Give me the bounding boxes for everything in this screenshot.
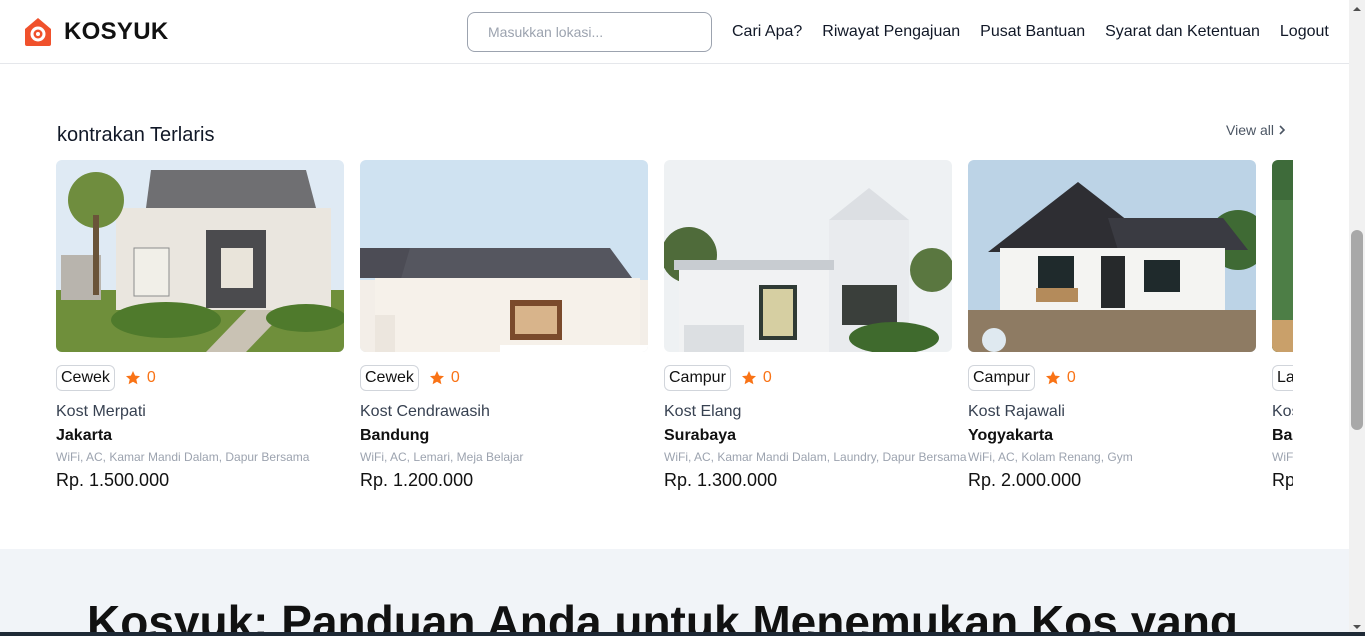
kost-features: WiFi, AC, Kolam Renang, Gym: [968, 450, 1133, 464]
kost-name[interactable]: Kost Rajawali: [968, 402, 1256, 422]
kost-name[interactable]: Kost Cendrawasih: [360, 402, 648, 422]
scroll-up-arrow-icon[interactable]: [1352, 4, 1362, 14]
kost-price: Rp: [1272, 470, 1293, 490]
star-icon: [125, 371, 140, 385]
gender-badge: Cewek: [56, 365, 115, 391]
nav-syarat-dan-ketentuan[interactable]: Syarat dan Ketentuan: [1105, 22, 1260, 42]
gender-badge: La: [1272, 365, 1293, 391]
kost-name[interactable]: Kost Merpati: [56, 402, 344, 422]
house-photo[interactable]: [968, 160, 1256, 352]
listing-card[interactable]: La Kos Bal WiF Rp: [1272, 160, 1293, 492]
card-meta: Cewek 0: [360, 364, 648, 392]
kost-city: Bal: [1272, 427, 1293, 444]
nav-logout[interactable]: Logout: [1280, 22, 1329, 42]
listing-card[interactable]: Cewek 0 Kost Merpati Jakarta WiFi, AC, K…: [56, 160, 344, 492]
nav-riwayat-pengajuan[interactable]: Riwayat Pengajuan: [822, 22, 960, 42]
kost-city: Bandung: [360, 427, 430, 444]
gender-badge: Campur: [664, 365, 731, 391]
kost-city: Surabaya: [664, 427, 737, 444]
gender-badge: Cewek: [360, 365, 419, 391]
rating-value: 0: [1066, 369, 1076, 386]
kost-features: WiF: [1272, 450, 1293, 464]
card-meta: La: [1272, 364, 1293, 392]
listing-card[interactable]: Cewek 0 Kost Cendrawasih Bandung WiFi, A…: [360, 160, 648, 492]
house-photo[interactable]: [56, 160, 344, 352]
star-icon: [741, 371, 756, 385]
brand[interactable]: KOSYUK: [24, 17, 168, 47]
location-search-input[interactable]: [467, 12, 712, 52]
rating-value: 0: [146, 369, 156, 386]
card-meta: Campur 0: [664, 364, 952, 392]
chevron-right-icon: [1279, 125, 1286, 135]
scroll-down-arrow-icon[interactable]: [1352, 622, 1362, 632]
listing-card[interactable]: Campur 0 Kost Elang Surabaya WiFi, AC, K…: [664, 160, 967, 492]
card-meta: Cewek 0: [56, 364, 344, 392]
card-meta: Campur 0: [968, 364, 1256, 392]
kost-features: WiFi, AC, Lemari, Meja Belajar: [360, 450, 524, 464]
scrollbar-thumb[interactable]: [1351, 230, 1363, 430]
kost-price: Rp. 1.200.000: [360, 470, 474, 490]
kost-city: Jakarta: [56, 427, 113, 444]
star-icon: [429, 371, 444, 385]
top-navbar: KOSYUK Cari Apa? Riwayat Pengajuan Pusat…: [0, 0, 1349, 64]
kost-features: WiFi, AC, Kamar Mandi Dalam, Laundry, Da…: [664, 450, 967, 464]
page-scrollbar[interactable]: [1349, 0, 1365, 636]
section-title: kontrakan Terlaris: [57, 124, 215, 146]
view-all-label: View all: [1226, 122, 1274, 138]
kost-city: Yogyakarta: [968, 427, 1054, 444]
listing-card[interactable]: Campur 0 Kost Rajawali Yogyakarta WiFi, …: [968, 160, 1256, 492]
rating-value: 0: [762, 369, 772, 386]
intro-banner: Kosyuk: Panduan Anda untuk Menemukan Kos…: [0, 549, 1349, 636]
banner-title: Kosyuk: Panduan Anda untuk Menemukan Kos…: [87, 596, 1239, 636]
kost-price: Rp. 1.500.000: [56, 470, 170, 490]
main-nav: Cari Apa? Riwayat Pengajuan Pusat Bantua…: [732, 22, 1329, 42]
kost-name[interactable]: Kost Elang: [664, 402, 952, 422]
kost-price: Rp. 2.000.000: [968, 470, 1082, 490]
listing-carousel: Cewek 0 Kost Merpati Jakarta WiFi, AC, K…: [56, 160, 1293, 500]
kost-features: WiFi, AC, Kamar Mandi Dalam, Dapur Bersa…: [56, 450, 310, 464]
kost-price: Rp. 1.300.000: [664, 470, 778, 490]
house-photo[interactable]: [664, 160, 952, 352]
gender-badge: Campur: [968, 365, 1035, 391]
house-photo[interactable]: [1272, 160, 1293, 352]
page: KOSYUK Cari Apa? Riwayat Pengajuan Pusat…: [0, 0, 1365, 636]
rating-value: 0: [450, 369, 460, 386]
house-photo[interactable]: [360, 160, 648, 352]
window-bottom-edge: [0, 632, 1365, 636]
house-logo-icon: [25, 18, 51, 46]
brand-name: KOSYUK: [64, 18, 169, 45]
nav-pusat-bantuan[interactable]: Pusat Bantuan: [980, 22, 1085, 42]
star-icon: [1045, 371, 1060, 385]
nav-cari-apa[interactable]: Cari Apa?: [732, 22, 802, 42]
view-all-link[interactable]: View all: [1226, 122, 1286, 138]
kost-name[interactable]: Kos: [1272, 402, 1293, 422]
